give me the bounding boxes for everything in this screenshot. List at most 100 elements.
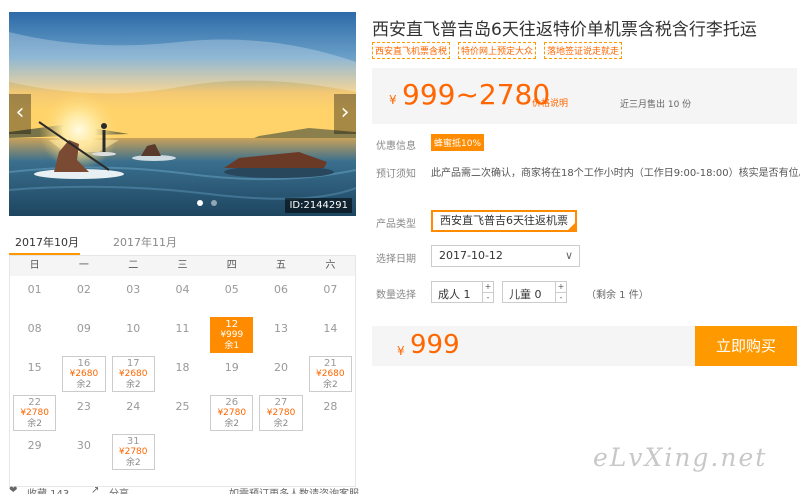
calendar-day-cell[interactable]: 16 ¥2680 余2 xyxy=(59,354,108,393)
calendar-day-cell[interactable]: 17 ¥2680 余2 xyxy=(109,354,158,393)
calendar-day-cell: 24 xyxy=(109,393,158,432)
day-number: 28 xyxy=(323,400,338,413)
day-remaining: 余2 xyxy=(125,458,141,468)
weekday-label: 二 xyxy=(128,260,139,271)
adult-decrement-button[interactable]: - xyxy=(483,292,493,302)
day-remaining: 余1 xyxy=(224,341,240,351)
adult-increment-button[interactable]: + xyxy=(483,282,493,292)
price-explanation-link[interactable]: 价格说明 xyxy=(532,96,568,109)
calendar-day-cell[interactable]: 21 ¥2680 余2 xyxy=(306,354,355,393)
calendar-day-cell: 07 xyxy=(306,276,355,315)
calendar-day-cell[interactable]: 12 ¥999 余1 xyxy=(207,315,256,354)
day-number: 02 xyxy=(76,283,91,296)
calendar-day-cell: 28 xyxy=(306,393,355,432)
calendar-day-cell: 14 xyxy=(306,315,355,354)
calendar-day-cell[interactable]: 31 ¥2780 余2 xyxy=(109,432,158,471)
available-day[interactable]: 26 ¥2780 余2 xyxy=(210,395,254,431)
calendar-day-cell[interactable]: 27 ¥2780 余2 xyxy=(256,393,305,432)
product-type-label: 产品类型 xyxy=(376,219,416,230)
available-day[interactable]: 16 ¥2680 余2 xyxy=(62,356,106,392)
favorite-icon[interactable]: ❤ xyxy=(9,485,17,494)
calendar-day-cell[interactable]: 26 ¥2780 余2 xyxy=(207,393,256,432)
tab-month-nov[interactable]: 2017年11月 xyxy=(113,234,177,250)
photo-pager-dots xyxy=(197,200,217,206)
day-number: 05 xyxy=(224,283,239,296)
calendar-day-cell: 01 xyxy=(10,276,59,315)
child-quantity-stepper[interactable]: 儿童 0 + - xyxy=(502,281,567,303)
weekday-label: 日 xyxy=(29,260,40,271)
available-day[interactable]: 27 ¥2780 余2 xyxy=(259,395,303,431)
booking-notice: 此产品需二次确认，商家将在18个工作小时内（工作日9:00-18:00）核实是否… xyxy=(431,168,800,179)
day-price: ¥2780 xyxy=(217,408,247,418)
day-number: 12 xyxy=(225,319,239,330)
promo-badge: 蜂蜜抵10% xyxy=(431,134,485,151)
share-link[interactable]: 分享 xyxy=(109,485,129,494)
available-day[interactable]: 21 ¥2680 余2 xyxy=(308,356,352,392)
photo-id-badge: ID:2144291 xyxy=(285,198,352,213)
notice-label: 预订须知 xyxy=(376,169,416,180)
month-tabs: 2017年10月 2017年11月 xyxy=(9,228,356,255)
child-increment-button[interactable]: + xyxy=(556,282,566,292)
pager-dot[interactable] xyxy=(211,200,217,206)
day-price: ¥2680 xyxy=(118,369,148,379)
price-range: 999~2780 xyxy=(402,78,551,111)
calendar-grid: 01 02 03 04 05 06 07 08 09 10 11 12 ¥999 余1 13 14 15 16 ¥2… xyxy=(10,276,355,471)
available-day[interactable]: 31 ¥2780 余2 xyxy=(111,434,155,470)
day-number: 30 xyxy=(76,439,91,452)
day-number: 26 xyxy=(225,397,239,408)
quantity-label: 数量选择 xyxy=(376,290,416,301)
date-select[interactable]: 2017-10-12 ∨ xyxy=(431,245,580,267)
calendar-day-cell xyxy=(158,432,207,471)
day-price: ¥999 xyxy=(220,330,244,340)
price-calendar: 日 一 二 三 四 五 六 01 02 03 04 05 06 07 08 09 10 11 12 ¥999 余1 13… xyxy=(9,255,356,487)
calendar-day-cell: 05 xyxy=(207,276,256,315)
day-number: 08 xyxy=(27,322,42,335)
tab-month-oct[interactable]: 2017年10月 xyxy=(15,234,79,250)
calendar-day-cell[interactable]: 22 ¥2780 余2 xyxy=(10,393,59,432)
share-icon[interactable]: ↗ xyxy=(91,485,99,494)
available-day[interactable]: 17 ¥2680 余2 xyxy=(111,356,155,392)
calendar-day-cell: 29 xyxy=(10,432,59,471)
child-decrement-button[interactable]: - xyxy=(556,292,566,302)
feature-tags: 西安直飞机票含税 特价网上预定大众 落地签证说走就走 xyxy=(372,42,623,59)
available-day[interactable]: 22 ¥2780 余2 xyxy=(13,395,57,431)
hero-photo: ‹ › ID:2144291 xyxy=(9,12,356,216)
product-title: 西安直飞普吉岛6天往返特价单机票含税含行李托运 xyxy=(372,20,757,40)
day-number: 11 xyxy=(175,322,190,335)
calendar-day-cell: 18 xyxy=(158,354,207,393)
promo-label: 优惠信息 xyxy=(376,141,416,152)
calendar-day-cell: 04 xyxy=(158,276,207,315)
calendar-day-cell: 06 xyxy=(256,276,305,315)
day-number: 23 xyxy=(76,400,91,413)
calendar-day-cell: 19 xyxy=(207,354,256,393)
date-select-value: 2017-10-12 xyxy=(439,249,503,262)
calendar-weekday-header: 日一二三四五六 xyxy=(10,256,355,276)
day-price: ¥2680 xyxy=(69,369,99,379)
feature-tag: 特价网上预定大众 xyxy=(458,42,537,59)
bottom-action-bar: ❤ 收藏 143 ↗ 分享 如需预订更多人数请咨询客服 xyxy=(9,485,369,494)
selected-day[interactable]: 12 ¥999 余1 xyxy=(210,317,254,353)
adult-quantity-stepper[interactable]: 成人 1 + - xyxy=(431,281,494,303)
consult-service-link[interactable]: 如需预订更多人数请咨询客服 xyxy=(229,485,359,494)
calendar-day-cell: 09 xyxy=(59,315,108,354)
next-photo-button[interactable]: › xyxy=(334,94,356,134)
favorites-count-link[interactable]: 收藏 143 xyxy=(27,485,69,494)
day-number: 04 xyxy=(175,283,190,296)
day-number: 25 xyxy=(175,400,190,413)
day-number: 21 xyxy=(323,358,337,369)
day-remaining: 余2 xyxy=(273,419,289,429)
calendar-day-cell xyxy=(256,432,305,471)
product-type-text: 西安直飞普吉6天往返机票 xyxy=(440,214,568,227)
child-quantity-value: 儿童 0 xyxy=(509,288,542,301)
day-remaining: 余2 xyxy=(322,380,338,390)
product-type-option[interactable]: 西安直飞普吉6天往返机票 xyxy=(431,210,577,232)
day-price: ¥2680 xyxy=(316,369,345,379)
day-number: 20 xyxy=(274,361,289,374)
currency-symbol: ¥ xyxy=(389,93,397,107)
chevron-down-icon: ∨ xyxy=(564,249,573,262)
remaining-stock: （剩余 1 件） xyxy=(586,290,649,301)
prev-photo-button[interactable]: ‹ xyxy=(9,94,31,134)
pager-dot[interactable] xyxy=(197,200,203,206)
weekday-label: 四 xyxy=(226,260,237,271)
buy-now-button[interactable]: 立即购买 xyxy=(695,326,797,366)
